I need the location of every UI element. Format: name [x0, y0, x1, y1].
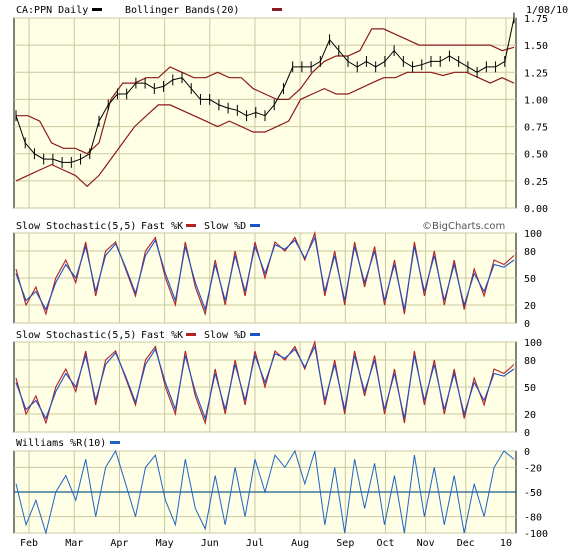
y-tick-label: 20: [524, 410, 536, 421]
y-tick-label: 100: [524, 229, 542, 240]
x-tick-label: Aug: [291, 538, 309, 549]
x-tick-label: Nov: [417, 538, 435, 549]
stoch1-slow-label: Slow %D: [204, 221, 246, 232]
y-tick-label: 80: [524, 356, 536, 367]
stoch1-fast-label: Fast %K: [141, 221, 183, 232]
williams-title: Williams %R(10): [16, 438, 106, 449]
x-tick-label: Jun: [201, 538, 219, 549]
x-tick-label: Dec: [457, 538, 475, 549]
y-tick-label: 0.75: [524, 123, 548, 134]
price-y-axis: 0.000.250.500.751.001.251.501.75: [524, 14, 548, 215]
y-tick-label: 0.25: [524, 177, 548, 188]
y-tick-label: 1.00: [524, 95, 548, 106]
williams-swatch: [110, 441, 120, 444]
y-tick-label: -100: [524, 529, 548, 540]
x-tick-label: Feb: [20, 538, 38, 549]
overlay-label: Bollinger Bands(20): [125, 5, 239, 16]
symbol-label: CA:PPN Daily: [16, 5, 88, 16]
y-tick-label: 1.50: [524, 41, 548, 52]
price-panel: 0.000.250.500.751.001.251.501.75 CA:PPN …: [13, 5, 568, 215]
y-tick-label: 50: [524, 274, 536, 285]
chart-figure: 0.000.250.500.751.001.251.501.75 CA:PPN …: [13, 5, 568, 549]
stoch1-fast-swatch: [186, 224, 196, 227]
stoch1-slow-swatch: [250, 224, 260, 227]
y-tick-label: 1.25: [524, 68, 548, 79]
stoch2-fast-label: Fast %K: [141, 330, 183, 341]
stochastic-panel-2: Slow Stochastic(5,5) Fast %K Slow %D 0 20…: [13, 330, 542, 439]
williams-panel: Williams %R(10) 0 -20 -50 -80 -100: [13, 438, 548, 540]
watermark: ©BigCharts.com: [422, 221, 505, 232]
x-tick-label: 10: [500, 538, 512, 549]
y-tick-label: 100: [524, 338, 542, 349]
y-tick-label: 0: [524, 447, 530, 458]
y-tick-label: 20: [524, 301, 536, 312]
stoch1-y-axis: 0 20 50 80 100: [524, 229, 542, 330]
y-tick-label: 0: [524, 319, 530, 330]
stoch2-slow-label: Slow %D: [204, 330, 246, 341]
y-tick-label: 0.50: [524, 150, 548, 161]
williams-y-axis: 0 -20 -50 -80 -100: [524, 447, 548, 540]
x-tick-label: Sep: [336, 538, 354, 549]
symbol-legend-swatch: [92, 8, 102, 11]
y-tick-label: 0.00: [524, 204, 548, 215]
overlay-legend-swatch: [272, 8, 282, 11]
y-tick-label: 50: [524, 383, 536, 394]
x-tick-label: Apr: [110, 538, 128, 549]
y-tick-label: -80: [524, 513, 542, 524]
stochastic-panel-1: Slow Stochastic(5,5) Fast %K Slow %D ©Bi…: [13, 221, 542, 330]
y-tick-label: 0: [524, 428, 530, 439]
x-tick-label: May: [156, 538, 174, 549]
y-tick-label: -20: [524, 463, 542, 474]
stoch2-title: Slow Stochastic(5,5): [16, 330, 136, 341]
stoch2-slow-swatch: [250, 333, 260, 336]
y-tick-label: -50: [524, 488, 542, 499]
x-axis-labels: Feb Mar Apr May Jun Jul Aug Sep Oct Nov Dec 10: [20, 538, 512, 549]
date-label: 1/08/10: [526, 5, 568, 16]
stoch2-y-axis: 0 20 50 80 100: [524, 338, 542, 439]
x-tick-label: Oct: [376, 538, 394, 549]
stoch1-title: Slow Stochastic(5,5): [16, 221, 136, 232]
y-tick-label: 80: [524, 247, 536, 258]
x-tick-label: Mar: [65, 538, 83, 549]
stoch2-fast-swatch: [186, 333, 196, 336]
x-tick-label: Jul: [246, 538, 264, 549]
